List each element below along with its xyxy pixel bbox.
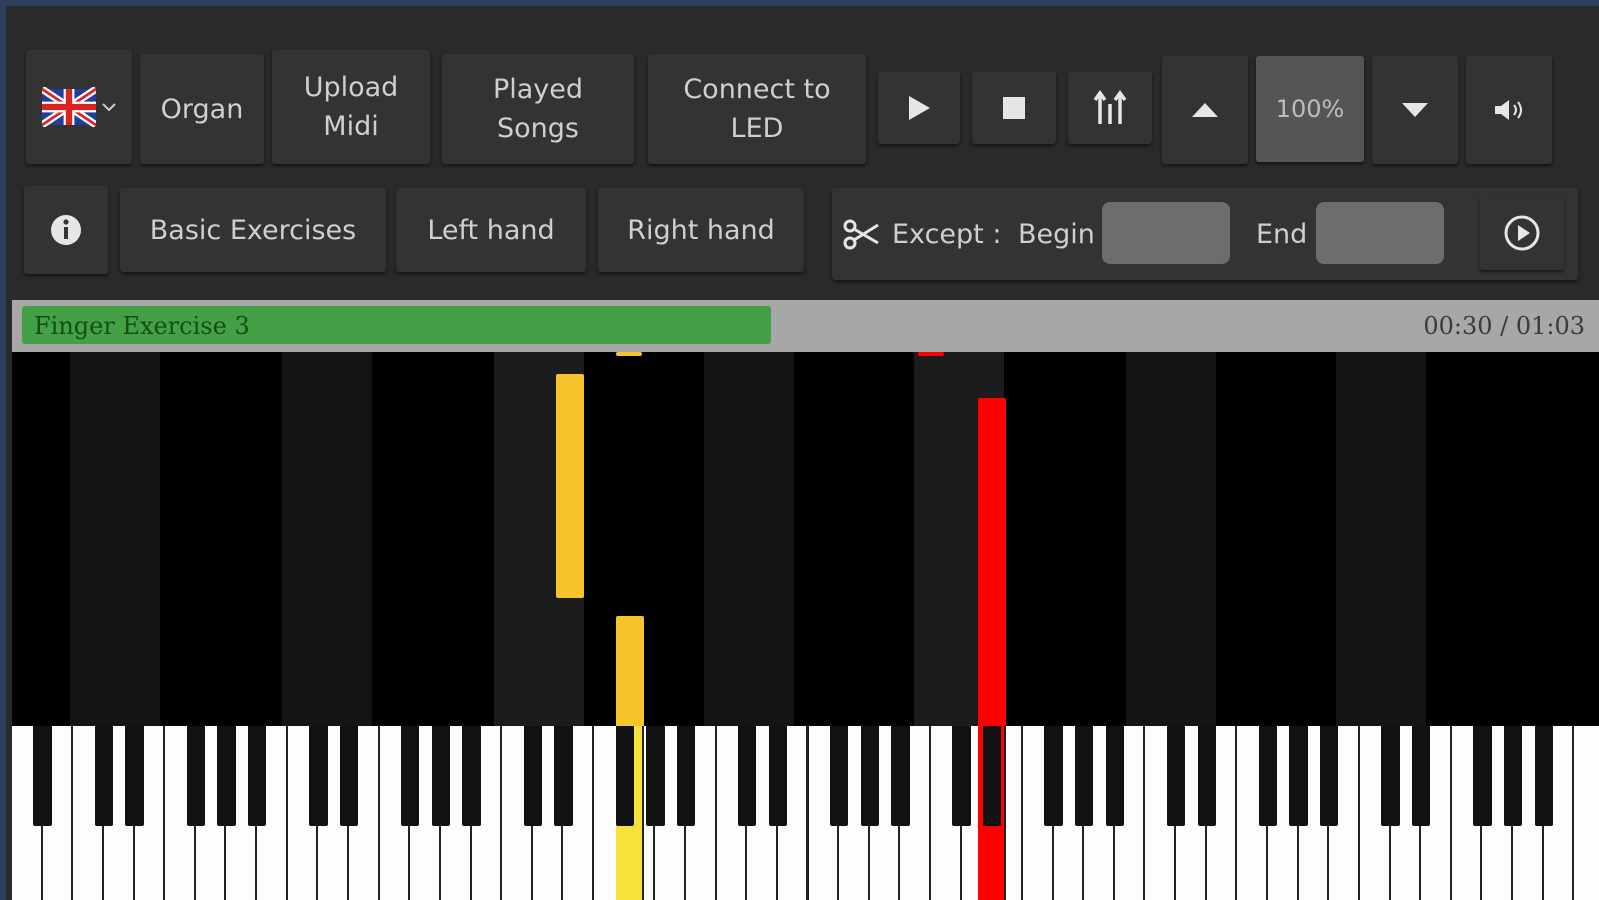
black-key[interactable] (615, 726, 634, 826)
speed-down-icon (1400, 101, 1430, 119)
black-key[interactable] (523, 726, 542, 826)
volume-icon (1493, 98, 1525, 122)
speed-up-icon (1190, 101, 1220, 119)
end-input[interactable] (1316, 202, 1444, 264)
black-key[interactable] (646, 726, 665, 826)
note-left-hand (616, 352, 642, 356)
upload-midi-label-line2: Midi (323, 111, 379, 142)
black-key[interactable] (983, 726, 1002, 826)
note-left-hand (616, 616, 644, 726)
black-key[interactable] (1197, 726, 1216, 826)
black-key[interactable] (401, 726, 420, 826)
black-key[interactable] (860, 726, 879, 826)
info-icon (50, 214, 82, 246)
black-key[interactable] (1289, 726, 1308, 826)
piano-trainer-app: Organ Upload Midi Played Songs Connect t… (0, 0, 1599, 900)
black-key[interactable] (952, 726, 971, 826)
connect-led-button[interactable]: Connect to LED (648, 54, 866, 164)
stop-button[interactable] (972, 72, 1056, 144)
note-right-hand (918, 352, 944, 356)
speed-up-button[interactable] (1162, 56, 1248, 164)
play-icon (906, 94, 932, 122)
black-key[interactable] (125, 726, 144, 826)
play-button[interactable] (878, 72, 960, 144)
black-key[interactable] (1534, 726, 1553, 826)
note-left-hand (556, 374, 584, 598)
black-key[interactable] (309, 726, 328, 826)
connect-led-label-line1: Connect to (683, 74, 831, 105)
upload-midi-label-line1: Upload (303, 72, 399, 103)
connect-led-label-line2: LED (730, 113, 784, 144)
black-key[interactable] (829, 726, 849, 826)
end-label: End (1256, 218, 1308, 250)
scissors-icon (842, 188, 882, 280)
play-range-button[interactable] (1480, 196, 1564, 270)
played-songs-label-line1: Played (492, 74, 584, 105)
right-hand-button[interactable]: Right hand (598, 188, 804, 272)
black-key[interactable] (738, 726, 757, 826)
song-title: Finger Exercise 3 (34, 312, 250, 340)
hand-toggle-button[interactable] (1068, 72, 1152, 144)
hand-toggle-icon (1093, 90, 1127, 126)
flag-uk-icon (42, 87, 96, 127)
piano-keyboard[interactable] (12, 726, 1599, 900)
volume-button[interactable] (1466, 56, 1552, 164)
speed-down-button[interactable] (1372, 56, 1458, 164)
black-key[interactable] (1320, 726, 1339, 826)
song-progress-bar[interactable]: Finger Exercise 3 00:30 / 01:03 (12, 300, 1599, 352)
black-key[interactable] (768, 726, 788, 826)
except-label: Except : (892, 218, 1002, 250)
black-key[interactable] (1105, 726, 1125, 826)
play-circle-icon (1503, 214, 1541, 252)
black-key[interactable] (1503, 726, 1523, 826)
note-right-hand (978, 398, 1006, 726)
roll-lane (1126, 352, 1216, 726)
speed-display: 100% (1256, 56, 1364, 162)
chevron-down-icon (102, 102, 116, 112)
begin-input[interactable] (1102, 202, 1230, 264)
black-key[interactable] (891, 726, 910, 826)
black-key[interactable] (1381, 726, 1400, 826)
black-key[interactable] (186, 726, 205, 826)
black-key[interactable] (1258, 726, 1278, 826)
white-key[interactable] (1574, 726, 1599, 900)
black-key[interactable] (1412, 726, 1431, 826)
black-key[interactable] (676, 726, 696, 826)
basic-exercises-button[interactable]: Basic Exercises (120, 188, 386, 272)
black-key[interactable] (94, 726, 114, 826)
time-readout: 00:30 / 01:03 (1423, 312, 1585, 340)
black-key[interactable] (1166, 726, 1186, 826)
organ-label: Organ (160, 93, 244, 125)
black-key[interactable] (462, 726, 481, 826)
upload-midi-button[interactable]: Upload Midi (272, 50, 430, 164)
info-button[interactable] (24, 186, 108, 274)
organ-button[interactable]: Organ (140, 54, 264, 164)
black-key[interactable] (339, 726, 359, 826)
black-key[interactable] (33, 726, 52, 826)
speed-value: 100% (1275, 94, 1345, 123)
black-key[interactable] (1473, 726, 1492, 826)
left-hand-button[interactable]: Left hand (396, 188, 586, 272)
left-hand-label: Left hand (427, 214, 555, 246)
roll-lane (282, 352, 372, 726)
black-key[interactable] (247, 726, 267, 826)
begin-label: Begin (1018, 218, 1095, 250)
roll-lane (704, 352, 794, 726)
black-key[interactable] (217, 726, 236, 826)
roll-lane (70, 352, 160, 726)
played-songs-button[interactable]: Played Songs (442, 54, 634, 164)
black-key[interactable] (431, 726, 451, 826)
except-range-panel: Except : Begin End (832, 188, 1578, 280)
black-key[interactable] (1044, 726, 1063, 826)
language-select[interactable] (26, 50, 132, 164)
played-songs-label-line2: Songs (497, 113, 579, 144)
roll-lane (1336, 352, 1426, 726)
piano-roll (12, 352, 1599, 726)
black-key[interactable] (1075, 726, 1094, 826)
stop-icon (1002, 96, 1026, 120)
basic-exercises-label: Basic Exercises (149, 214, 357, 246)
black-key[interactable] (554, 726, 573, 826)
right-hand-label: Right hand (627, 214, 775, 246)
